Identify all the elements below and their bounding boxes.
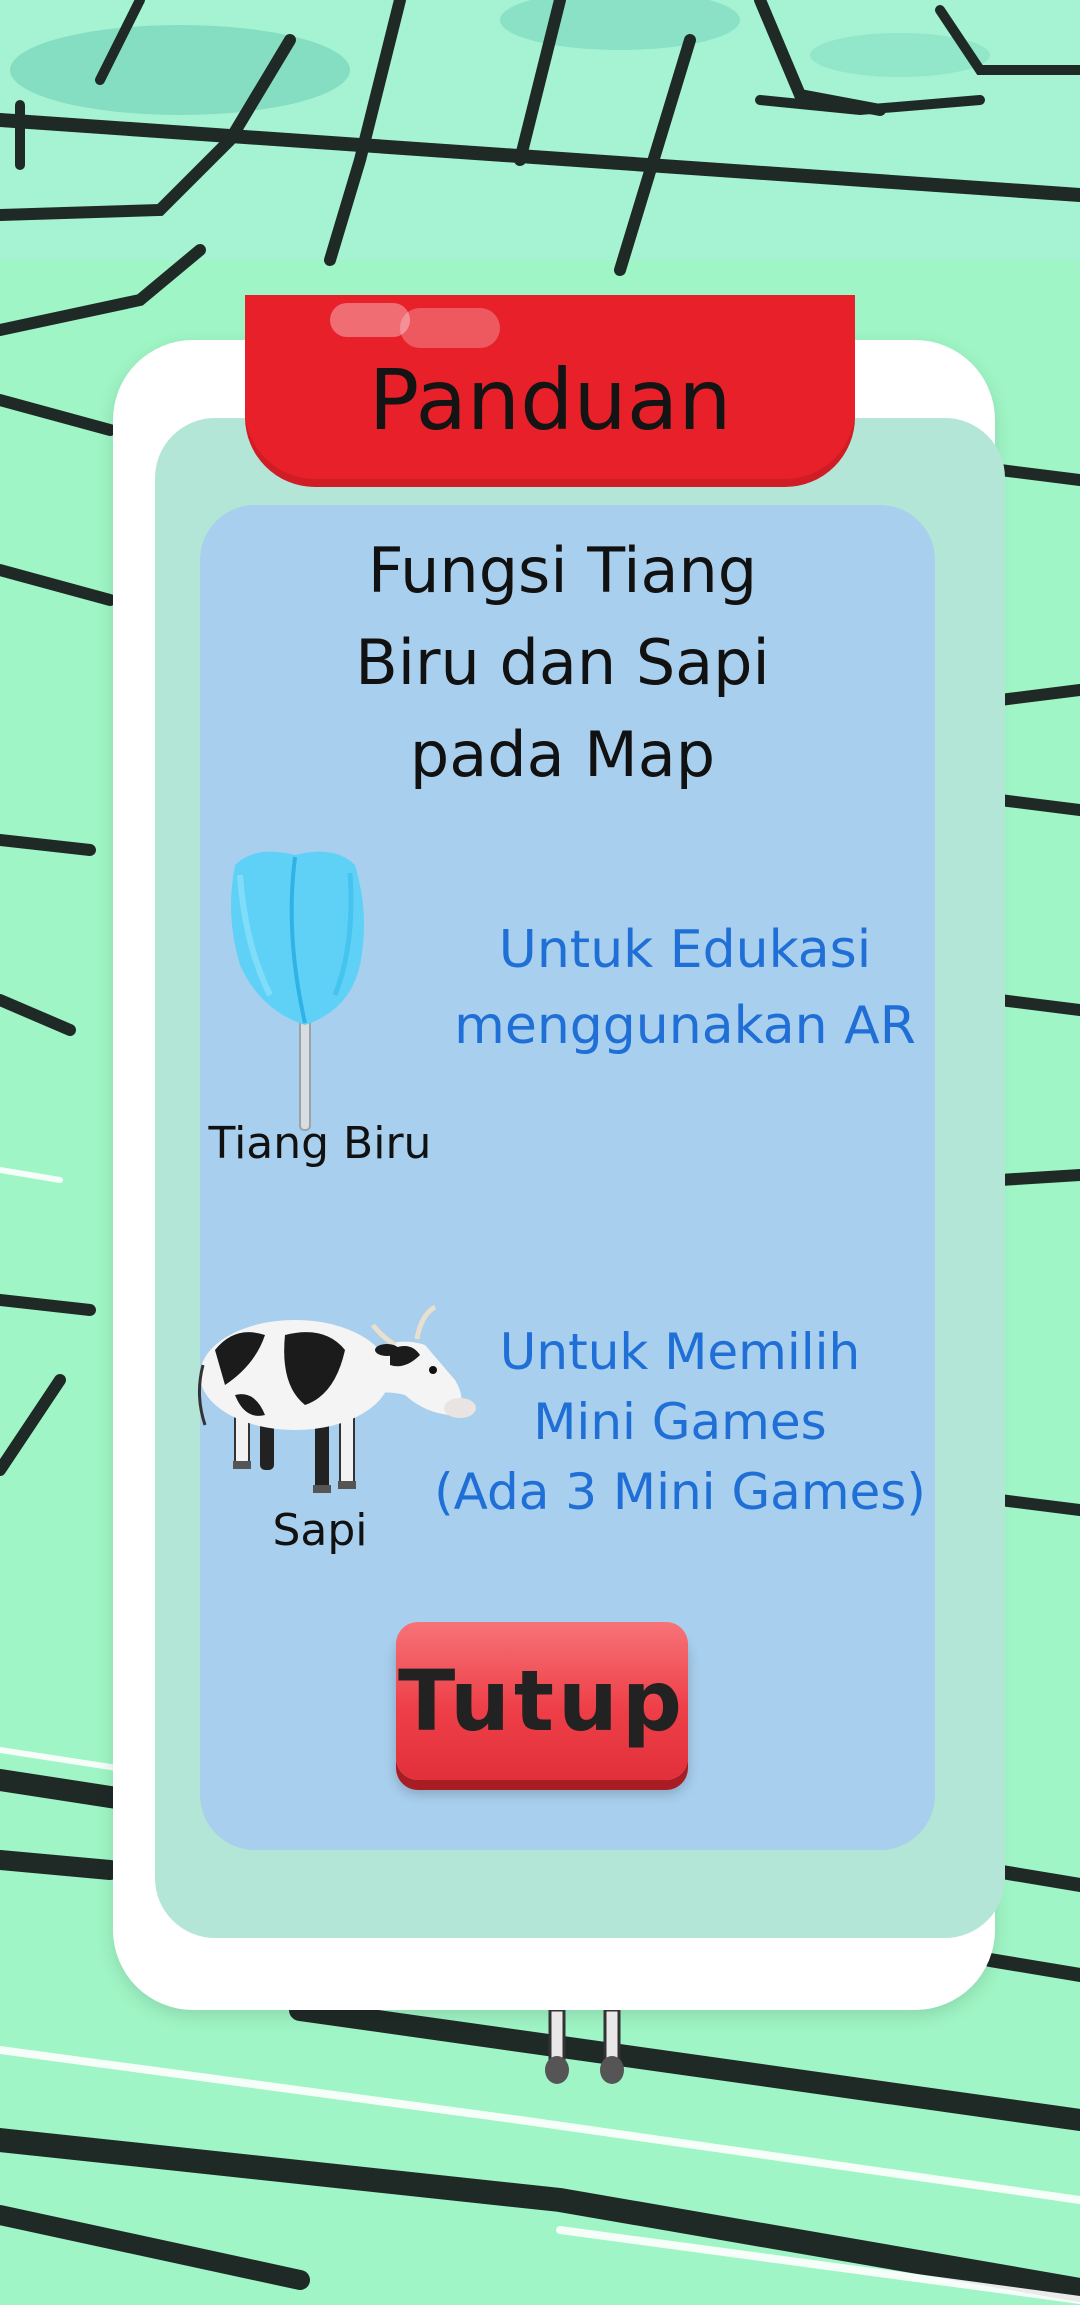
cow-label: Sapi [272, 1505, 368, 1556]
blue-pole-label: Tiang Biru [208, 1118, 432, 1169]
description-line: Untuk Memilih [499, 1323, 861, 1381]
banner-highlight [330, 303, 410, 337]
banner-highlight [400, 308, 500, 348]
dialog-title: Panduan [368, 351, 732, 449]
description-line: menggunakan AR [454, 996, 916, 1056]
blue-pole-description: Untuk Edukasi menggunakan AR [425, 912, 945, 1064]
player-avatar [540, 2008, 650, 2090]
close-button-label: Tutup [398, 1652, 686, 1750]
cow-description: Untuk Memilih Mini Games (Ada 3 Mini Gam… [415, 1317, 945, 1527]
subtitle-line: Fungsi Tiang [367, 534, 758, 607]
close-button[interactable]: Tutup [396, 1622, 688, 1780]
subtitle-line: pada Map [409, 718, 716, 791]
description-line: Untuk Edukasi [498, 920, 872, 980]
subtitle-line: Biru dan Sapi [355, 626, 770, 699]
description-line: Mini Games [533, 1393, 827, 1451]
dialog-subtitle: Fungsi Tiang Biru dan Sapi pada Map [255, 525, 870, 801]
description-line: (Ada 3 Mini Games) [434, 1463, 926, 1521]
blue-pole-icon [215, 845, 375, 1135]
